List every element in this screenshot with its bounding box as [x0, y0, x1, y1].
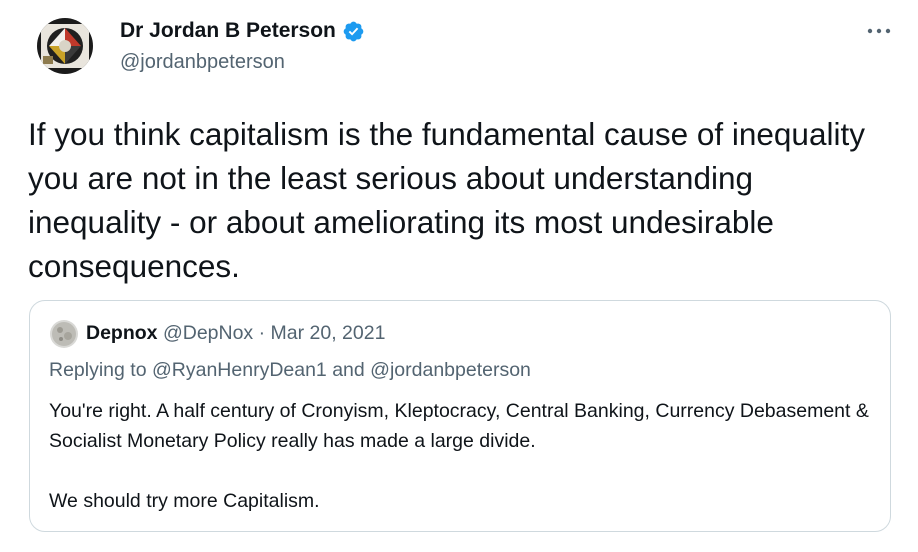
author-avatar[interactable]: [37, 18, 93, 74]
quoted-tweet-text: You're right. A half century of Cronyism…: [49, 396, 879, 516]
reply-user-link[interactable]: @jordanbpeterson: [370, 359, 531, 381]
author-name[interactable]: Dr Jordan B Peterson: [120, 19, 365, 43]
quoted-tweet-date[interactable]: Mar 20, 2021: [271, 322, 386, 344]
quoted-author-name[interactable]: Depnox: [86, 322, 158, 344]
verified-badge-icon: [343, 21, 364, 41]
author-name-label: Dr Jordan B Peterson: [120, 19, 336, 42]
more-horizontal-icon: [867, 28, 891, 34]
quoted-author-avatar[interactable]: [50, 320, 78, 348]
meta-separator: ·: [258, 322, 266, 344]
reply-user-link[interactable]: @RyanHenryDean1: [152, 359, 327, 381]
quoted-author-handle[interactable]: @DepNox: [163, 322, 253, 344]
reply-and-label: and: [332, 359, 365, 381]
quoted-tweet-paragraph: We should try more Capitalism.: [49, 490, 320, 512]
more-options-button[interactable]: [862, 16, 896, 46]
author-handle[interactable]: @jordanbpeterson: [120, 51, 285, 74]
moon-avatar-icon: [50, 320, 78, 348]
replying-to-line: Replying to @RyanHenryDean1 and @jordanb…: [49, 359, 531, 382]
replying-to-label: Replying to: [49, 359, 147, 381]
tweet-text: If you think capitalism is the fundament…: [28, 116, 865, 284]
quoted-tweet-paragraph: You're right. A half century of Cronyism…: [49, 400, 869, 452]
tweet-card: Dr Jordan B Peterson @jordanbpeterson If…: [0, 0, 918, 552]
quoted-tweet[interactable]: Depnox @DepNox · Mar 20, 2021 Replying t…: [29, 300, 891, 532]
quoted-tweet-header: Depnox @DepNox · Mar 20, 2021: [86, 322, 385, 345]
profile-avatar-icon: [37, 18, 93, 74]
